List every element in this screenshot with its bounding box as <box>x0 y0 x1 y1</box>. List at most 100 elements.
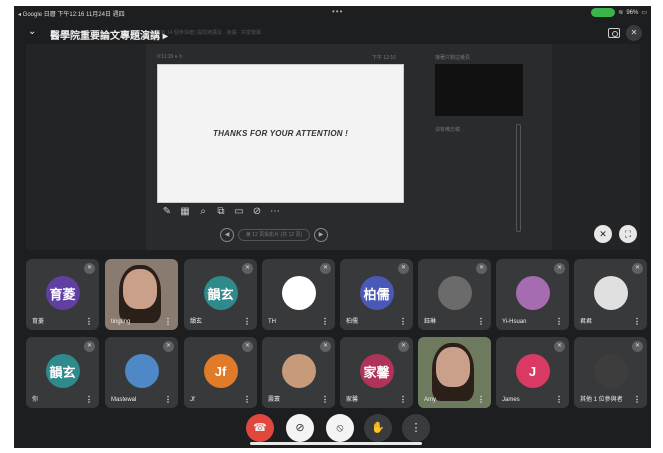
meeting-header: ⌄ 醫學院重要論文專題演講 ▸ (已有 14 個參與者) 提前演講及 · 會議 … <box>14 22 651 44</box>
more-vert-icon[interactable]: ⋮ <box>321 317 329 326</box>
pen-icon[interactable]: ✎ <box>161 206 173 218</box>
participant-avatar <box>437 276 472 310</box>
participant-name: TH <box>268 319 276 325</box>
mic-off-icon: ✕ <box>320 263 331 274</box>
end-call-button[interactable]: ☎ <box>246 414 274 442</box>
participant-tile[interactable]: ✕ 君君 ⋮ <box>574 259 647 330</box>
mic-off-icon: ✕ <box>320 341 331 352</box>
multitask-dots[interactable]: ••• <box>332 7 343 16</box>
more-vert-icon[interactable]: ⋮ <box>164 395 172 404</box>
more-vert-icon[interactable]: ⋮ <box>399 317 407 326</box>
participant-tile[interactable]: 育菱 ✕ 育菱 ⋮ <box>26 259 99 330</box>
participant-tile[interactable]: J ✕ James ⋮ <box>496 337 569 408</box>
more-vert-icon[interactable]: ⋮ <box>399 395 407 404</box>
participant-tile[interactable]: ✕ Yi-Hsuan ⋮ <box>496 259 569 330</box>
participant-name: 其他 1 位參與者 <box>580 397 623 403</box>
more-vert-icon[interactable]: ⋮ <box>243 395 251 404</box>
more-vert-icon[interactable]: ⋮ <box>321 395 329 404</box>
next-slide-button[interactable]: ▶ <box>314 228 328 242</box>
participant-name: 震寰 <box>268 397 281 403</box>
participant-tile[interactable]: Jf ✕ Jf ⋮ <box>184 337 257 408</box>
participant-name: Jf <box>190 397 195 403</box>
more-vert-icon[interactable]: ⋮ <box>477 317 485 326</box>
participant-tile[interactable]: tingting ⋮ <box>105 259 178 330</box>
mic-off-button[interactable]: ⦸ <box>326 414 354 442</box>
slide-navigation: ◀ 第 12 頁投影片 (共 12 頁) ▶ <box>220 228 328 242</box>
collapse-chevron-icon[interactable]: ⌄ <box>28 26 36 37</box>
meeting-title[interactable]: 醫學院重要論文專題演講 ▸ <box>50 27 168 42</box>
mic-off-icon: ✕ <box>632 263 643 274</box>
more-vert-icon[interactable]: ⋮ <box>633 317 641 326</box>
participant-avatar: 家馨 <box>359 354 394 388</box>
participant-name: 君君 <box>580 319 593 325</box>
more-vert-icon[interactable]: ⋮ <box>243 317 251 326</box>
participant-video-face <box>123 269 157 309</box>
zoom-icon[interactable]: ⌕ <box>197 206 209 218</box>
mic-off-icon: ✕ <box>84 341 95 352</box>
participant-name: Yi-Hsuan <box>502 319 527 325</box>
participant-tile[interactable]: 韻玄 ✕ 你 ⋮ <box>26 337 99 408</box>
wifi-icon: ≋ <box>618 10 624 16</box>
mic-off-icon: ✕ <box>476 263 487 274</box>
video-off-icon[interactable]: ⊘ <box>251 206 263 218</box>
more-vert-icon[interactable]: ⋮ <box>633 395 641 404</box>
camera-off-button[interactable]: ⊘ <box>286 414 314 442</box>
participant-video-face <box>436 347 470 387</box>
participant-avatar <box>593 354 628 388</box>
participant-tile[interactable]: ✕ 震寰 ⋮ <box>262 337 335 408</box>
slide-clock: 下午 12:16 <box>372 55 396 61</box>
fullscreen-icon[interactable]: ⛶ <box>619 225 637 243</box>
slide-counter: 第 12 頁投影片 (共 12 頁) <box>238 229 310 241</box>
participant-tile[interactable]: ✕ TH ⋮ <box>262 259 335 330</box>
switch-camera-icon[interactable] <box>608 28 620 38</box>
participant-avatar: J <box>515 354 550 388</box>
grid-icon[interactable]: ▦ <box>179 206 191 218</box>
raise-hand-button[interactable]: ✋ <box>364 414 392 442</box>
participant-avatar <box>593 276 628 310</box>
participant-tile[interactable]: 家馨 ✕ 家馨 ⋮ <box>340 337 413 408</box>
more-vert-icon[interactable]: ⋮ <box>477 395 485 404</box>
battery-icon: ▭ <box>641 10 647 16</box>
participant-avatar: 韻玄 <box>203 276 238 310</box>
notes-scrollbar[interactable] <box>516 124 521 232</box>
participant-name: 家馨 <box>346 397 359 403</box>
participant-avatar: Jf <box>203 354 238 388</box>
more-options-button[interactable]: ⋮ <box>402 414 430 442</box>
more-vert-icon[interactable]: ⋮ <box>555 317 563 326</box>
more-vert-icon[interactable]: ⋮ <box>85 395 93 404</box>
more-options-icon[interactable]: ⋯ <box>269 206 281 218</box>
participant-tile[interactable]: ✕ 其他 1 位參與者 ⋮ <box>574 337 647 408</box>
participant-tile[interactable]: 韻玄 ✕ 韻玄 ⋮ <box>184 259 257 330</box>
pin-off-icon[interactable]: ✕ <box>594 225 612 243</box>
participant-name: Mastewal <box>111 397 137 403</box>
slide-text: THANKS FOR YOUR ATTENTION ! <box>212 129 349 138</box>
prev-slide-button[interactable]: ◀ <box>220 228 234 242</box>
slide-timer: 0:11:19 ⏸ ↻ <box>157 54 183 60</box>
participant-avatar: 韻玄 <box>45 354 80 388</box>
more-vert-icon[interactable]: ⋮ <box>555 395 563 404</box>
participant-avatar <box>281 276 316 310</box>
annotation-toolbar: ✎ ▦ ⌕ ⧉ ▭ ⊘ ⋯ <box>161 206 281 218</box>
participant-name: 育菱 <box>32 319 45 325</box>
present-icon[interactable]: ⧉ <box>215 206 227 218</box>
participant-name: 柏儒 <box>346 319 359 325</box>
participant-name: 鈺琳 <box>424 319 437 325</box>
participant-name: Amy <box>424 397 436 403</box>
participant-tile[interactable]: Amy ⋮ <box>418 337 491 408</box>
home-indicator[interactable] <box>250 442 422 445</box>
battery-percent: 96% <box>626 9 639 16</box>
participant-tile[interactable]: ✕ 鈺琳 ⋮ <box>418 259 491 330</box>
participant-avatar: 柏儒 <box>359 276 394 310</box>
participant-tile[interactable]: 柏儒 ✕ 柏儒 ⋮ <box>340 259 413 330</box>
participant-name: 韻玄 <box>190 319 203 325</box>
mic-off-icon: ✕ <box>84 263 95 274</box>
more-vert-icon[interactable]: ⋮ <box>164 317 172 326</box>
participant-avatar: 育菱 <box>45 276 80 310</box>
mic-off-icon: ✕ <box>554 341 565 352</box>
participant-tile[interactable]: ✕ Mastewal ⋮ <box>105 337 178 408</box>
audio-output-icon[interactable]: ✕ <box>626 25 642 41</box>
screen-icon[interactable]: ▭ <box>233 206 245 218</box>
participant-avatar <box>124 354 159 388</box>
more-vert-icon[interactable]: ⋮ <box>85 317 93 326</box>
next-slide-label: 接著只剩這幾頁 <box>435 55 471 61</box>
